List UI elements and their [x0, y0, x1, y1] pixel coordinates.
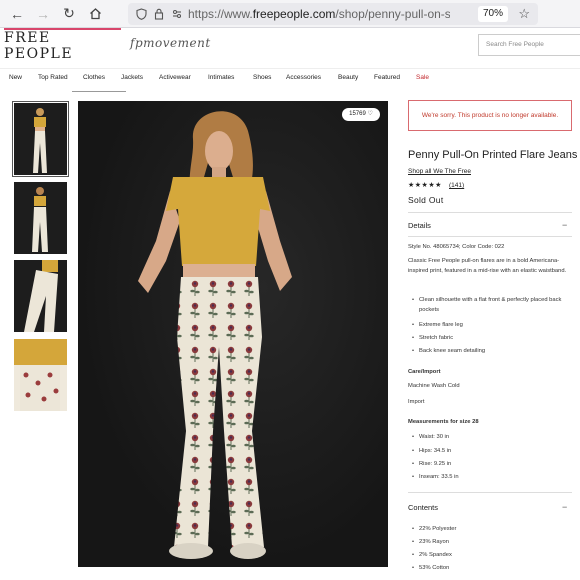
- care-heading: Care/Import: [408, 369, 441, 375]
- main-nav: New Top Rated Clothes Jackets Activewear…: [0, 68, 580, 92]
- browser-toolbar: ← → ↻ https://www.freepeople.com/shop/pe…: [0, 0, 580, 28]
- free-people-logo: FREE PEOPLE: [4, 29, 74, 62]
- address-bar[interactable]: https://www.freepeople.com/shop/penny-pu…: [128, 3, 538, 25]
- contents-item: 53% Cotton: [412, 563, 568, 573]
- reload-icon[interactable]: ↻: [58, 3, 80, 25]
- feature-item: Clean silhouette with a flat front & per…: [412, 295, 568, 315]
- collapse-details-icon[interactable]: −: [562, 220, 567, 230]
- bookmark-star-icon[interactable]: ☆: [518, 6, 530, 22]
- nav-sale[interactable]: Sale: [416, 74, 429, 81]
- nav-activewear[interactable]: Activewear: [159, 74, 191, 81]
- home-icon[interactable]: [84, 3, 106, 25]
- review-count-link[interactable]: (141): [449, 182, 464, 189]
- measurement-item: Rise: 9.25 in: [412, 459, 568, 469]
- divider: [408, 212, 572, 213]
- care-instructions: Machine Wash Cold: [408, 383, 460, 389]
- permissions-icon[interactable]: [170, 7, 184, 21]
- nav-accessories[interactable]: Accessories: [286, 74, 321, 81]
- details-heading[interactable]: Details: [408, 221, 431, 230]
- unavailable-notice: We're sorry. This product is no longer a…: [408, 100, 572, 131]
- nav-intimates[interactable]: Intimates: [208, 74, 234, 81]
- measurement-item: Hips: 34.5 in: [412, 446, 568, 456]
- nav-shoes[interactable]: Shoes: [253, 74, 271, 81]
- thumbnail-1[interactable]: [12, 101, 69, 177]
- style-number: Style No. 48065734; Color Code: 022: [408, 244, 505, 250]
- divider: [408, 492, 572, 493]
- forward-icon[interactable]: →: [32, 3, 54, 25]
- nav-beauty[interactable]: Beauty: [338, 74, 358, 81]
- search-input[interactable]: Search Free People: [478, 34, 580, 56]
- fp-movement-logo[interactable]: fpmovement: [130, 36, 211, 50]
- nav-top-rated[interactable]: Top Rated: [38, 74, 68, 81]
- url-text[interactable]: https://www.freepeople.com/shop/penny-pu…: [188, 7, 450, 21]
- logo-tab[interactable]: FREE PEOPLE: [4, 28, 121, 62]
- import-info: Import: [408, 399, 425, 405]
- site-header: FREE PEOPLE fpmovement Search Free Peopl…: [0, 28, 580, 64]
- product-title: Penny Pull-On Printed Flare Jeans: [408, 149, 578, 161]
- rating-stars-icon[interactable]: ★★★★★: [408, 181, 442, 189]
- measurement-item: Waist: 30 in: [412, 432, 568, 442]
- nav-new[interactable]: New: [9, 74, 22, 81]
- nav-jackets[interactable]: Jackets: [121, 74, 143, 81]
- thumbnail-4[interactable]: [14, 339, 67, 411]
- nav-clothes[interactable]: Clothes: [83, 74, 105, 81]
- feature-item: Stretch fabric: [412, 333, 568, 343]
- zoom-level[interactable]: 70%: [477, 6, 508, 22]
- lock-icon[interactable]: [152, 7, 166, 21]
- stock-status: Sold Out: [408, 195, 444, 205]
- contents-item: 2% Spandex: [412, 550, 568, 560]
- thumbnail-3[interactable]: [14, 260, 67, 332]
- thumbnail-2[interactable]: [14, 182, 67, 254]
- divider: [408, 236, 572, 237]
- shop-all-link[interactable]: Shop all We The Free: [408, 168, 471, 175]
- shield-icon[interactable]: [134, 7, 148, 21]
- contents-item: 23% Rayon: [412, 537, 568, 547]
- collapse-contents-icon[interactable]: −: [562, 502, 567, 512]
- nav-featured[interactable]: Featured: [374, 74, 400, 81]
- main-product-image[interactable]: [78, 101, 388, 567]
- measurement-item: Inseam: 33.5 in: [412, 472, 568, 482]
- measurements-heading: Measurements for size 28: [408, 419, 479, 425]
- back-icon[interactable]: ←: [6, 3, 28, 25]
- contents-item: 22% Polyester: [412, 524, 568, 534]
- feature-item: Back knee seam detailing: [412, 346, 568, 356]
- active-nav-indicator: [72, 91, 126, 92]
- favorites-badge[interactable]: 15769 ♡: [342, 108, 380, 121]
- contents-heading[interactable]: Contents: [408, 503, 438, 512]
- feature-item: Extreme flare leg: [412, 320, 568, 330]
- product-description: Classic Free People pull-on flares are i…: [408, 258, 567, 274]
